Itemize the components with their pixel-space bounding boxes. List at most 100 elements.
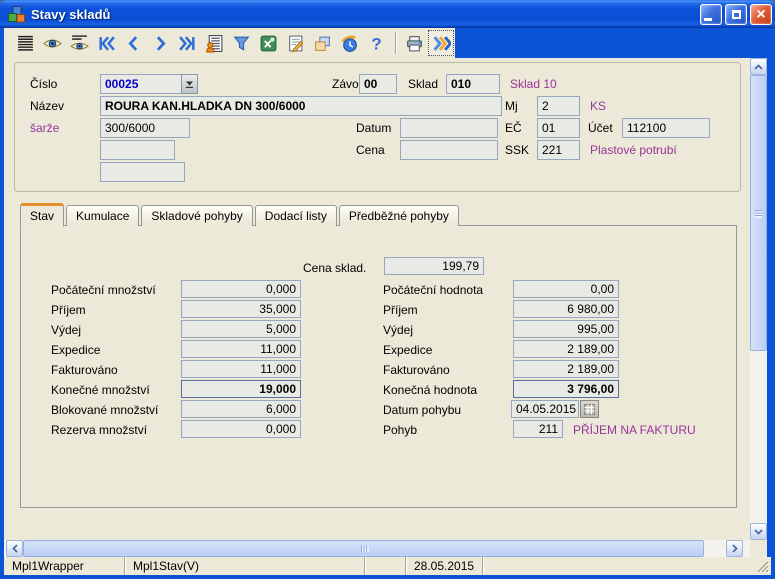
printer-icon	[405, 34, 424, 53]
qty-row-field[interactable]: 35,000	[181, 300, 301, 318]
nazev-field[interactable]: ROURA KAN.HLADKA DN 300/6000	[100, 96, 502, 116]
datum-label: Datum	[356, 121, 391, 135]
previous-record-icon	[124, 34, 143, 53]
val-row-field[interactable]: 6 980,00	[513, 300, 619, 318]
statusbar-panel-empty	[365, 557, 406, 575]
sklad-field[interactable]: 010	[446, 74, 500, 94]
export-excel-button[interactable]	[255, 30, 281, 56]
val-row-field[interactable]: 2 189,00	[513, 360, 619, 378]
scroll-up-button[interactable]	[750, 58, 767, 75]
app-window: Stavy skladů	[0, 0, 775, 579]
close-button[interactable]	[750, 4, 772, 25]
empty-field-2[interactable]	[100, 162, 185, 182]
previous-record-button[interactable]	[120, 30, 146, 56]
list-lines-icon	[16, 34, 35, 53]
sklad-note: Sklad 10	[510, 77, 557, 91]
view-detail-button[interactable]	[66, 30, 92, 56]
history-button[interactable]	[336, 30, 362, 56]
client-area: Číslo 00025 Závod 00 Sklad 010 Sklad 10 …	[4, 58, 750, 540]
eye-list-icon	[70, 34, 89, 53]
view-button[interactable]	[39, 30, 65, 56]
edit-button[interactable]	[282, 30, 308, 56]
tab-strip: Stav Kumulace Skladové pohyby Dodací lis…	[20, 202, 459, 226]
tab-stav[interactable]: Stav	[20, 203, 64, 227]
tab-skladove-pohyby[interactable]: Skladové pohyby	[141, 205, 252, 226]
statusbar-panel-wrapper: Mpl1Wrapper	[4, 557, 125, 575]
last-record-icon	[178, 34, 197, 53]
vertical-scrollbar[interactable]	[750, 58, 767, 540]
print-button[interactable]	[401, 30, 427, 56]
copy-button[interactable]	[309, 30, 335, 56]
datum-pohybu-label: Datum pohybu	[383, 403, 461, 417]
ssk-note: Plastové potrubí	[590, 143, 677, 157]
val-row-field[interactable]: 0,00	[513, 280, 619, 298]
tab-predbezne-pohyby[interactable]: Předběžné pohyby	[339, 205, 459, 226]
maximize-button[interactable]	[725, 4, 747, 25]
val-row-field[interactable]: 995,00	[513, 320, 619, 338]
val-row-label: Počáteční hodnota	[383, 283, 483, 297]
calendar-button[interactable]	[580, 400, 599, 418]
ec-field[interactable]: 01	[537, 118, 580, 138]
filter-form-button[interactable]	[201, 30, 227, 56]
scroll-left-button[interactable]	[6, 540, 23, 557]
last-record-button[interactable]	[174, 30, 200, 56]
cislo-field[interactable]: 00025	[100, 74, 182, 94]
ec-label: EČ	[505, 121, 522, 135]
ssk-field[interactable]: 221	[537, 140, 580, 160]
vscroll-thumb[interactable]	[750, 75, 767, 351]
run-button[interactable]	[428, 30, 454, 56]
pohyb-field[interactable]: 211	[513, 420, 563, 438]
first-record-button[interactable]	[93, 30, 119, 56]
val-row-label: Fakturováno	[383, 363, 450, 377]
cislo-dropdown-button[interactable]	[181, 74, 198, 94]
tab-dodaci-listy[interactable]: Dodací listy	[255, 205, 337, 226]
qty-row-field[interactable]: 0,000	[181, 420, 301, 438]
chevron-right-icon	[732, 544, 738, 553]
val-row-field[interactable]: 3 796,00	[513, 380, 619, 398]
empty-field-1[interactable]	[100, 140, 175, 160]
cena-sklad-label: Cena sklad.	[303, 261, 366, 275]
help-button[interactable]: ?	[363, 30, 389, 56]
sklad-label: Sklad	[408, 77, 438, 91]
sarze-field[interactable]: 300/6000	[100, 118, 190, 138]
zavod-field[interactable]: 00	[359, 74, 397, 94]
qty-row-field[interactable]: 19,000	[181, 380, 301, 398]
qty-row-field[interactable]: 11,000	[181, 340, 301, 358]
history-clock-icon	[340, 34, 359, 53]
statusbar-panel-date: 28.05.2015	[406, 557, 483, 575]
qty-row-label: Počáteční množství	[51, 283, 156, 297]
val-row-label: Příjem	[383, 303, 418, 317]
chevron-left-icon	[12, 544, 18, 553]
maximize-icon	[732, 10, 741, 19]
filter-button[interactable]	[228, 30, 254, 56]
mj-field[interactable]: 2	[537, 96, 580, 116]
tab-kumulace[interactable]: Kumulace	[66, 205, 139, 226]
titlebar: Stavy skladů	[0, 0, 775, 28]
val-row-field[interactable]: 2 189,00	[513, 340, 619, 358]
hscroll-thumb[interactable]	[23, 540, 704, 557]
minimize-button[interactable]	[700, 4, 722, 25]
datum-pohybu-field[interactable]: 04.05.2015	[511, 400, 579, 418]
tab-label: Kumulace	[76, 209, 129, 223]
datum-field[interactable]	[400, 118, 498, 138]
scroll-right-button[interactable]	[726, 540, 743, 557]
calendar-icon	[584, 404, 595, 415]
mj-label: Mj	[505, 99, 518, 113]
ucet-label: Účet	[588, 121, 613, 135]
qty-row-field[interactable]: 6,000	[181, 400, 301, 418]
sarze-label: šarže	[30, 121, 59, 135]
resize-grip-icon[interactable]	[756, 560, 769, 573]
next-record-button[interactable]	[147, 30, 173, 56]
cena-field[interactable]	[400, 140, 498, 160]
ucet-field[interactable]: 112100	[622, 118, 710, 138]
browse-list-button[interactable]	[12, 30, 38, 56]
scroll-down-button[interactable]	[750, 523, 767, 540]
cena-sklad-field[interactable]: 199,79	[384, 257, 484, 275]
qty-row-field[interactable]: 5,000	[181, 320, 301, 338]
qty-row-field[interactable]: 11,000	[181, 360, 301, 378]
statusbar: Mpl1Wrapper Mpl1Stav(V) 28.05.2015	[4, 557, 771, 575]
val-row-label: Výdej	[383, 323, 413, 337]
qty-row-field[interactable]: 0,000	[181, 280, 301, 298]
help-icon: ?	[367, 34, 386, 53]
horizontal-scrollbar[interactable]	[4, 540, 750, 557]
